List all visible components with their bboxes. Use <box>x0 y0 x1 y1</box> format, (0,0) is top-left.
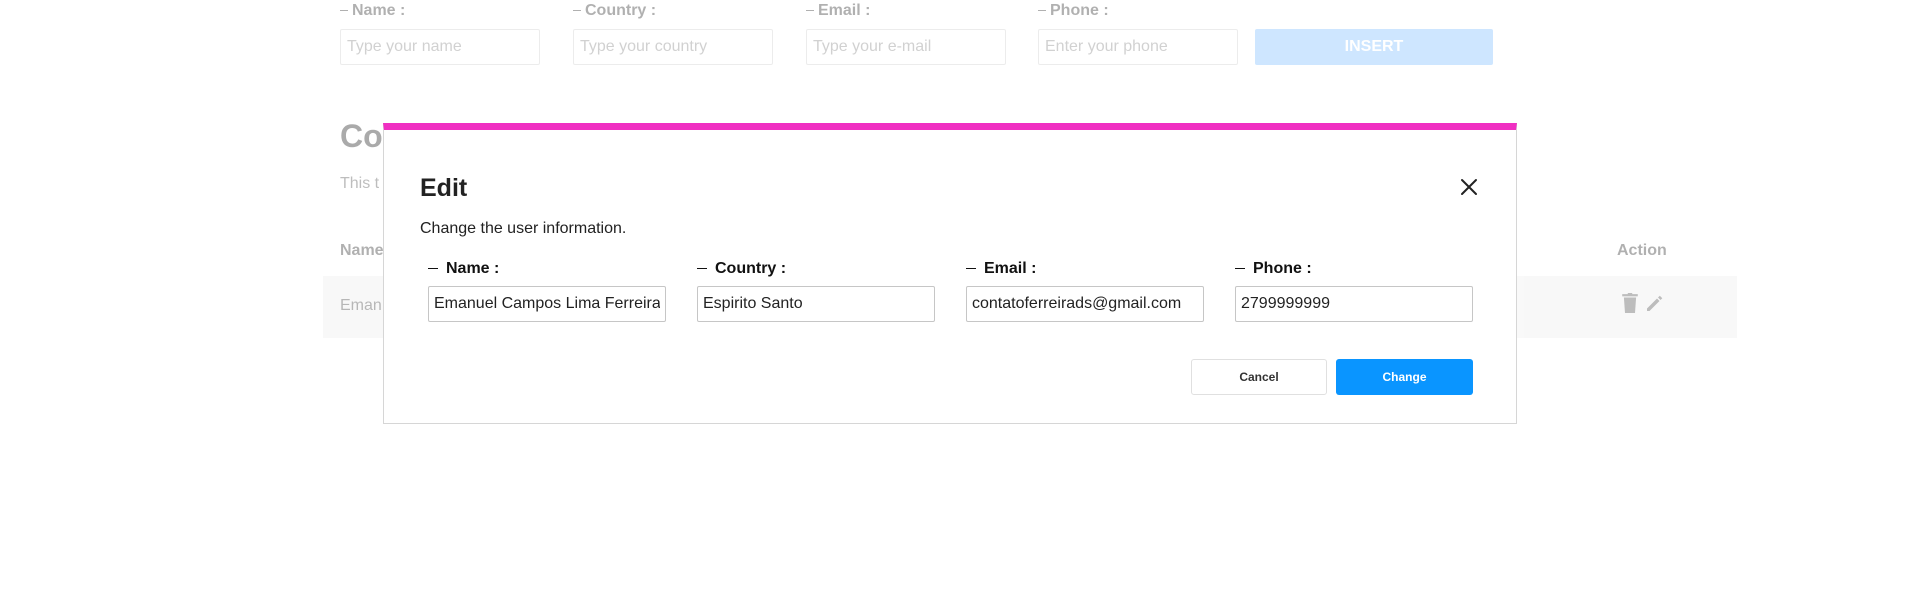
row-actions <box>1621 293 1665 318</box>
form-email-label: Email : <box>806 2 870 20</box>
modal-phone-label: Phone : <box>1235 260 1473 280</box>
modal-phone-input[interactable] <box>1235 286 1473 322</box>
modal-name-label: Name : <box>428 260 666 280</box>
trash-icon[interactable] <box>1621 293 1639 318</box>
form-name-input[interactable] <box>340 29 540 65</box>
contacts-title: Co <box>340 118 383 154</box>
modal-title: Edit <box>420 174 468 202</box>
table-header-name: Name <box>340 242 384 259</box>
modal-description: Change the user information. <box>420 220 627 237</box>
form-phone-label: Phone : <box>1038 2 1109 20</box>
modal-email-input[interactable] <box>966 286 1204 322</box>
close-button[interactable] <box>1458 176 1480 198</box>
change-button[interactable]: Change <box>1336 359 1473 395</box>
form-name-label: Name : <box>340 2 405 20</box>
modal-country-label: Country : <box>697 260 935 280</box>
modal-phone-field: Phone : <box>1235 260 1473 322</box>
form-phone-input[interactable] <box>1038 29 1238 65</box>
form-country-input[interactable] <box>573 29 773 65</box>
contacts-subtitle: This t <box>340 175 380 192</box>
table-cell-name: Eman <box>340 297 382 314</box>
modal-name-input[interactable] <box>428 286 666 322</box>
close-icon <box>1461 179 1477 195</box>
cancel-button[interactable]: Cancel <box>1191 359 1327 395</box>
modal-email-field: Email : <box>966 260 1204 322</box>
modal-email-label: Email : <box>966 260 1204 280</box>
modal-country-field: Country : <box>697 260 935 322</box>
insert-button[interactable]: INSERT <box>1255 29 1493 65</box>
edit-modal: Edit Change the user information. Name :… <box>383 123 1517 424</box>
table-header-action: Action <box>1617 242 1667 259</box>
modal-country-input[interactable] <box>697 286 935 322</box>
modal-name-field: Name : <box>428 260 666 322</box>
form-country-label: Country : <box>573 2 656 20</box>
form-email-input[interactable] <box>806 29 1006 65</box>
pencil-icon[interactable] <box>1645 293 1665 318</box>
